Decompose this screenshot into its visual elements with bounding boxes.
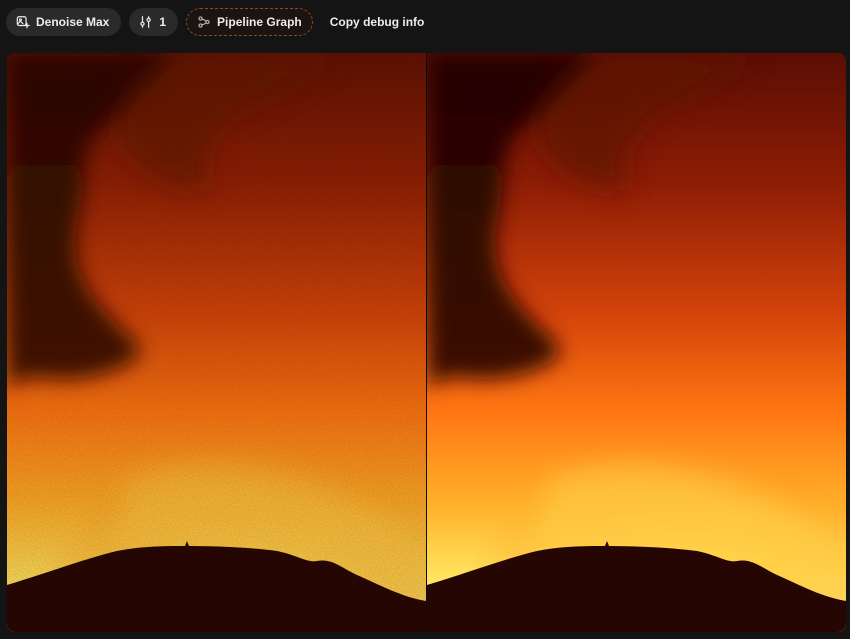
compare-divider [426,53,427,632]
pipeline-graph-button[interactable]: Pipeline Graph [186,8,313,36]
toolbar: Denoise Max 1 Pipeline Graph Copy debug … [0,0,850,44]
image-compare-viewer[interactable] [7,53,846,632]
sliders-icon [139,15,153,29]
denoise-max-button[interactable]: Denoise Max [6,8,122,36]
copy-debug-info-label: Copy debug info [329,15,425,29]
denoise-max-label: Denoise Max [36,15,110,29]
adjustments-button[interactable]: 1 [129,8,179,36]
adjustments-count: 1 [159,15,167,29]
original-image-pane [7,53,426,632]
graph-nodes-icon [197,15,211,29]
app-window: Denoise Max 1 Pipeline Graph Copy debug … [0,0,850,639]
copy-debug-info-button[interactable]: Copy debug info [321,8,434,36]
pipeline-graph-label: Pipeline Graph [217,15,302,29]
image-sparkle-icon [16,15,30,29]
denoised-image-pane [427,53,846,632]
